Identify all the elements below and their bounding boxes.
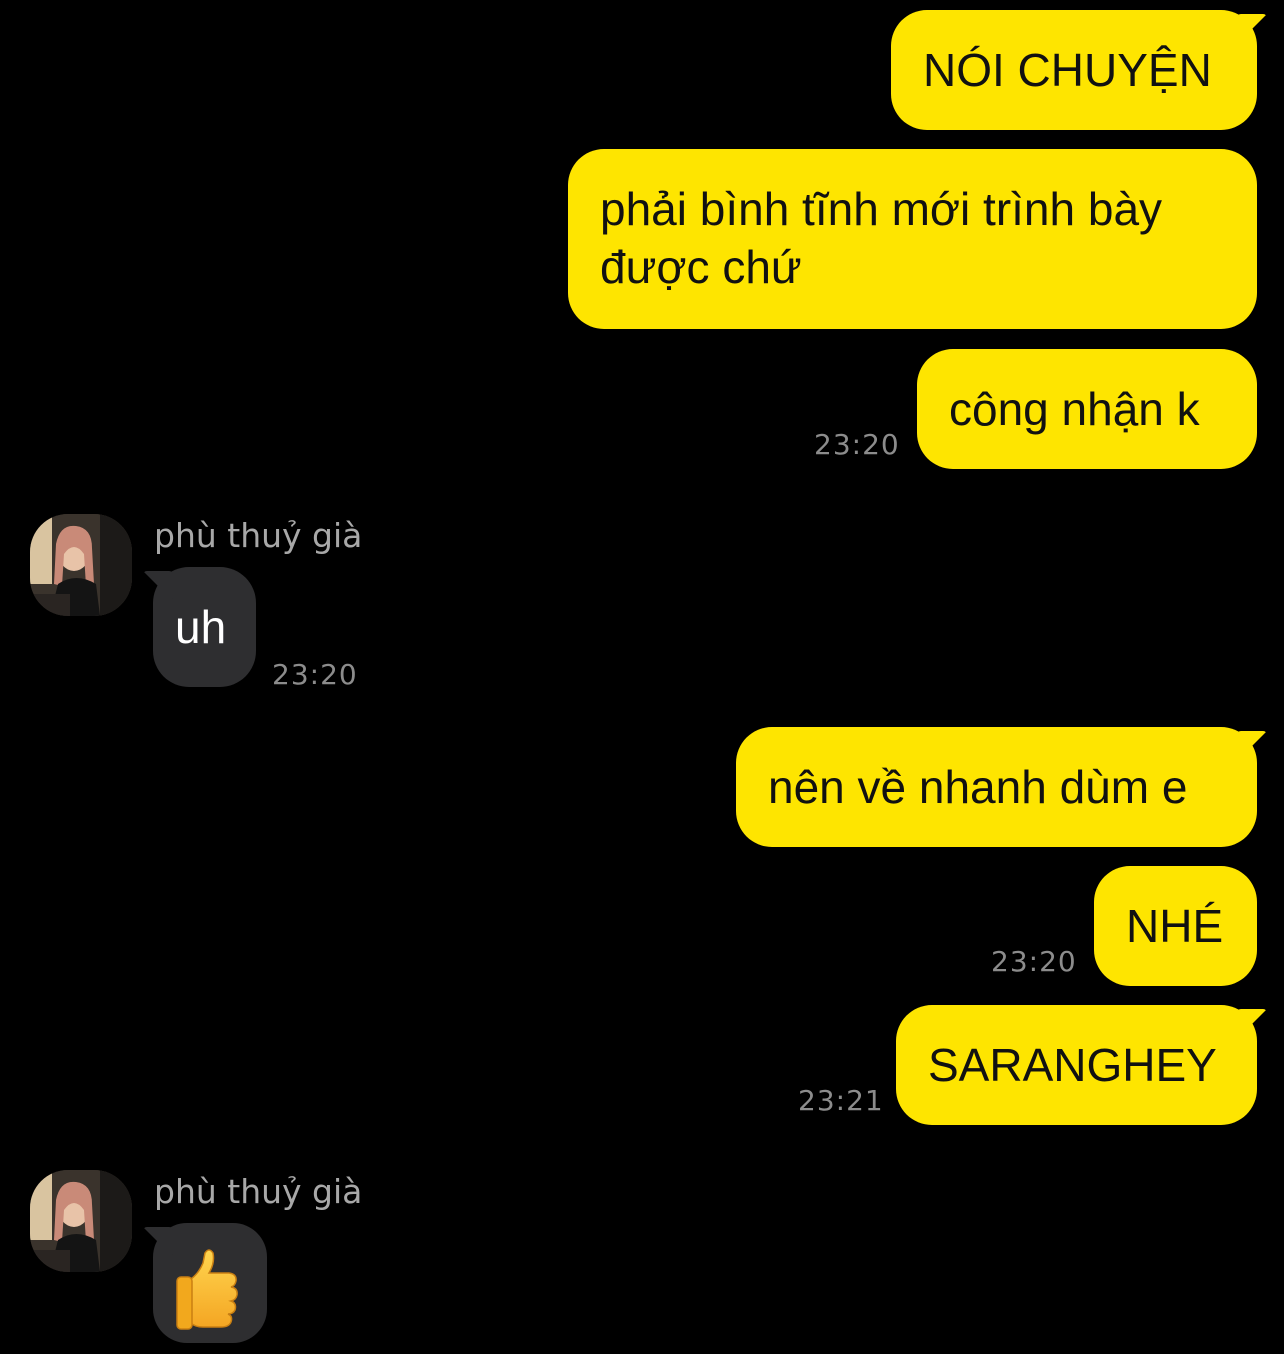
sender-name: phù thuỷ già xyxy=(154,1172,363,1211)
message-bubble-incoming[interactable]: uh xyxy=(153,567,256,687)
thumbs-up-icon xyxy=(176,1249,238,1330)
message-timestamp: 23:20 xyxy=(272,658,358,691)
message-bubble-outgoing[interactable]: SARANGHEY xyxy=(896,1005,1257,1125)
message-text: NHÉ xyxy=(1126,900,1224,952)
message-text: nên về nhanh dùm e xyxy=(768,761,1188,813)
message-bubble-outgoing[interactable]: nên về nhanh dùm e xyxy=(736,727,1257,847)
message-bubble-outgoing[interactable]: NHÉ xyxy=(1094,866,1257,986)
message-text: NÓI CHUYỆN xyxy=(923,44,1212,96)
avatar[interactable] xyxy=(30,514,132,616)
message-text: uh xyxy=(175,601,227,653)
message-text: công nhận k xyxy=(949,383,1200,435)
message-bubble-outgoing[interactable]: công nhận k xyxy=(917,349,1257,469)
message-text: phải bình tĩnh mới trình bày được chứ xyxy=(600,183,1163,293)
message-text: SARANGHEY xyxy=(928,1039,1217,1091)
message-timestamp: 23:20 xyxy=(814,428,900,461)
message-bubble-outgoing[interactable]: NÓI CHUYỆN xyxy=(891,10,1257,130)
sender-name: phù thuỷ già xyxy=(154,516,363,555)
avatar-image xyxy=(30,1170,132,1272)
avatar-image xyxy=(30,514,132,616)
message-timestamp: 23:21 xyxy=(798,1084,884,1117)
message-timestamp: 23:20 xyxy=(991,945,1077,978)
message-bubble-outgoing[interactable]: phải bình tĩnh mới trình bày được chứ xyxy=(568,149,1257,329)
avatar[interactable] xyxy=(30,1170,132,1272)
message-bubble-incoming[interactable]: 👍 xyxy=(153,1223,267,1343)
